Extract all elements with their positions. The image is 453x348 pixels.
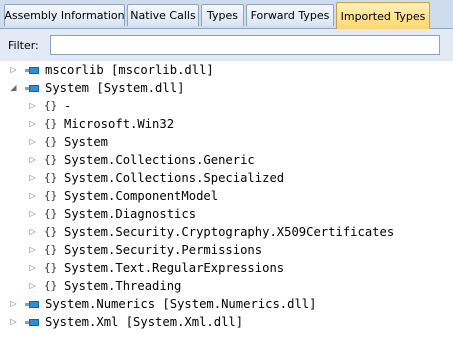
assembly-icon-box: [29, 301, 39, 308]
namespace-icon: {}: [44, 279, 58, 292]
tab-assembly-information[interactable]: Assembly Information: [4, 4, 125, 26]
namespace-node[interactable]: ▷ {} System: [0, 133, 453, 151]
namespace-node[interactable]: ▷ {} System.Security.Cryptography.X509Cert…: [0, 223, 453, 241]
namespace-label: System.Threading: [64, 279, 182, 293]
tab-native-calls[interactable]: Native Calls: [127, 4, 199, 26]
namespace-node[interactable]: ▷ {} System.Threading: [0, 277, 453, 295]
namespace-label: System.Collections.Generic: [64, 153, 255, 167]
tab-bar: Assembly Information Native Calls Types …: [0, 0, 453, 29]
expand-arrow-icon[interactable]: ▷: [28, 151, 37, 169]
namespace-label: Microsoft.Win32: [64, 117, 175, 131]
assembly-icon-box: [29, 319, 39, 326]
tab-types[interactable]: Types: [201, 4, 244, 26]
assembly-label: System [System.dll]: [45, 81, 185, 95]
collapse-arrow-icon[interactable]: ◢: [9, 79, 18, 97]
namespace-icon: {}: [44, 135, 58, 148]
assembly-icon: [25, 319, 39, 326]
assembly-node[interactable]: ▷ System.Numerics [System.Numerics.dll]: [0, 295, 453, 313]
assembly-icon-box: [29, 67, 39, 74]
namespace-icon: {}: [44, 171, 58, 184]
namespace-label: System.Text.RegularExpressions: [64, 261, 285, 275]
namespace-icon: {}: [44, 261, 58, 274]
expand-arrow-icon[interactable]: ▷: [28, 97, 37, 115]
expand-arrow-icon[interactable]: ▷: [28, 115, 37, 133]
namespace-node[interactable]: ▷ {} System.Text.RegularExpressions: [0, 259, 453, 277]
expand-arrow-icon[interactable]: ▷: [28, 205, 37, 223]
assembly-icon: [25, 85, 39, 92]
expand-arrow-icon[interactable]: ▷: [28, 277, 37, 295]
filter-bar: Filter:: [0, 29, 453, 61]
tab-imported-types[interactable]: Imported Types: [336, 2, 430, 29]
assembly-label: System.Numerics [System.Numerics.dll]: [45, 297, 317, 311]
assembly-node[interactable]: ▷ mscorlib [mscorlib.dll]: [0, 61, 453, 79]
namespace-icon: {}: [44, 207, 58, 220]
namespace-label: System.Diagnostics: [64, 207, 197, 221]
expand-arrow-icon[interactable]: ▷: [28, 259, 37, 277]
namespace-icon: {}: [44, 153, 58, 166]
namespace-icon: {}: [44, 99, 58, 112]
namespace-icon: {}: [44, 243, 58, 256]
namespace-label: -: [64, 99, 72, 113]
imported-types-tree[interactable]: ▷ mscorlib [mscorlib.dll] ◢ System [System.…: [0, 61, 453, 331]
expand-arrow-icon[interactable]: ▷: [28, 169, 37, 187]
expand-arrow-icon[interactable]: ▷: [9, 61, 18, 79]
namespace-node[interactable]: ▷ {} System.Collections.Specialized: [0, 169, 453, 187]
assembly-icon: [25, 301, 39, 308]
tab-forward-types[interactable]: Forward Types: [246, 4, 334, 26]
assembly-node[interactable]: ◢ System [System.dll]: [0, 79, 453, 97]
namespace-label: System: [64, 135, 109, 149]
namespace-label: System.ComponentModel: [64, 189, 219, 203]
assembly-node[interactable]: ▷ System.Xml [System.Xml.dll]: [0, 313, 453, 331]
namespace-label: System.Collections.Specialized: [64, 171, 285, 185]
namespace-icon: {}: [44, 189, 58, 202]
namespace-node[interactable]: ▷ {} System.Security.Permissions: [0, 241, 453, 259]
expand-arrow-icon[interactable]: ▷: [9, 295, 18, 313]
filter-input[interactable]: [50, 35, 440, 55]
assembly-label: System.Xml [System.Xml.dll]: [45, 315, 244, 329]
assembly-icon-box: [29, 85, 39, 92]
namespace-node[interactable]: ▷ {} Microsoft.Win32: [0, 115, 453, 133]
expand-arrow-icon[interactable]: ▷: [28, 241, 37, 259]
expand-arrow-icon[interactable]: ▷: [9, 313, 18, 331]
namespace-node[interactable]: ▷ {} System.Diagnostics: [0, 205, 453, 223]
expand-arrow-icon[interactable]: ▷: [28, 133, 37, 151]
namespace-node[interactable]: ▷ {} System.ComponentModel: [0, 187, 453, 205]
imported-types-panel: Filter: ▷ mscorlib [mscorlib.dll] ◢ System …: [0, 28, 453, 348]
namespace-node[interactable]: ▷ {} System.Collections.Generic: [0, 151, 453, 169]
namespace-icon: {}: [44, 225, 58, 238]
filter-label: Filter:: [8, 39, 39, 52]
namespace-node[interactable]: ▷ {} -: [0, 97, 453, 115]
namespace-label: System.Security.Permissions: [64, 243, 263, 257]
assembly-icon: [25, 67, 39, 74]
namespace-label: System.Security.Cryptography.X509Certifi…: [64, 225, 395, 239]
expand-arrow-icon[interactable]: ▷: [28, 223, 37, 241]
expand-arrow-icon[interactable]: ▷: [28, 187, 37, 205]
namespace-icon: {}: [44, 117, 58, 130]
assembly-label: mscorlib [mscorlib.dll]: [45, 63, 214, 77]
